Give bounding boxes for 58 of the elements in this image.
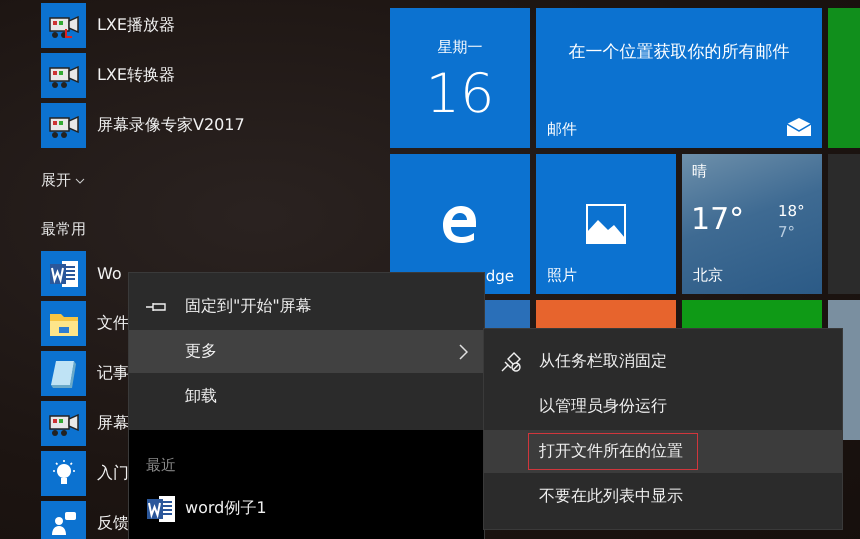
recent-item[interactable]: word例子1 [129,487,484,530]
menu-item-label: 更多 [185,341,217,362]
weekday-label: 星期一 [436,38,484,57]
app-icon-tile[interactable] [41,103,86,148]
menu-item[interactable]: 不要在此列表中显示 [484,474,842,518]
tile-label: 照片 [547,266,577,285]
app-name[interactable]: 入门 [97,463,129,484]
menu-item-label: 从任务栏取消固定 [538,350,668,372]
pin-icon [145,300,167,312]
app-icon-tile[interactable] [41,451,86,496]
high-temperature: 18° [778,202,805,220]
weather-tile[interactable]: 晴 17° 18° 7° 北京 [682,154,822,294]
app-icon-tile[interactable] [41,401,86,446]
menu-item-label: 固定到"开始"屏幕 [185,296,312,317]
day-number: 16 [424,62,496,125]
app-icon-tile[interactable] [41,53,86,98]
menu-item[interactable]: 卸载 [129,375,484,418]
tile-label: dge [486,267,514,285]
app-name[interactable]: LXE播放器 [97,15,175,36]
tile-label: 邮件 [547,120,577,139]
chevron-down-icon [75,178,85,184]
menu-item-label: 卸载 [185,386,217,407]
app-name[interactable]: 反馈 [97,513,129,534]
mail-message: 在一个位置获取你的所有邮件 [568,41,790,64]
app-name[interactable]: 记事 [97,363,129,384]
menu-item-label: 以管理员身份运行 [538,395,668,418]
word-document-icon [48,258,80,288]
app-icon-tile[interactable] [41,351,86,396]
recent-title: 最近 [146,456,176,475]
photos-tile[interactable]: 照片 [536,154,676,294]
app-icon-tile[interactable] [41,251,86,296]
recent-item-label: word例子1 [185,498,267,519]
current-temperature: 17° [691,202,744,237]
app-name[interactable]: 屏幕录像专家V2017 [97,115,245,136]
expand-toggle[interactable]: 展开 [41,171,85,190]
app-name[interactable]: Wo [97,264,122,283]
calendar-tile[interactable]: 星期一 16 [390,8,530,148]
menu-item-label: 打开文件所在的位置 [528,432,698,470]
word-document-icon [145,494,177,524]
unpin-icon [500,350,522,373]
menu-item-label: 不要在此列表中显示 [538,484,684,507]
weather-condition: 晴 [692,162,707,181]
section-title: 最常用 [41,220,86,239]
app-name[interactable]: LXE转换器 [97,65,175,86]
landscape-picture-icon [586,204,626,244]
menu-item[interactable]: 更多 [129,330,484,373]
mail-tile[interactable]: 在一个位置获取你的所有邮件 邮件 [536,8,822,148]
app-name[interactable]: 屏幕 [97,413,129,434]
city-label: 北京 [693,266,723,285]
low-temperature: 7° [778,223,796,241]
menu-item[interactable]: 以管理员身份运行 [484,384,842,428]
envelope-icon [787,118,811,136]
app-name[interactable]: 文件 [97,313,129,334]
app-icon-tile[interactable] [41,301,86,346]
app-icon-tile[interactable] [41,501,86,539]
menu-item[interactable]: 从任务栏取消固定 [484,340,842,384]
app-icon-tile[interactable] [41,3,86,48]
menu-item[interactable]: 打开文件所在的位置 [484,430,842,474]
